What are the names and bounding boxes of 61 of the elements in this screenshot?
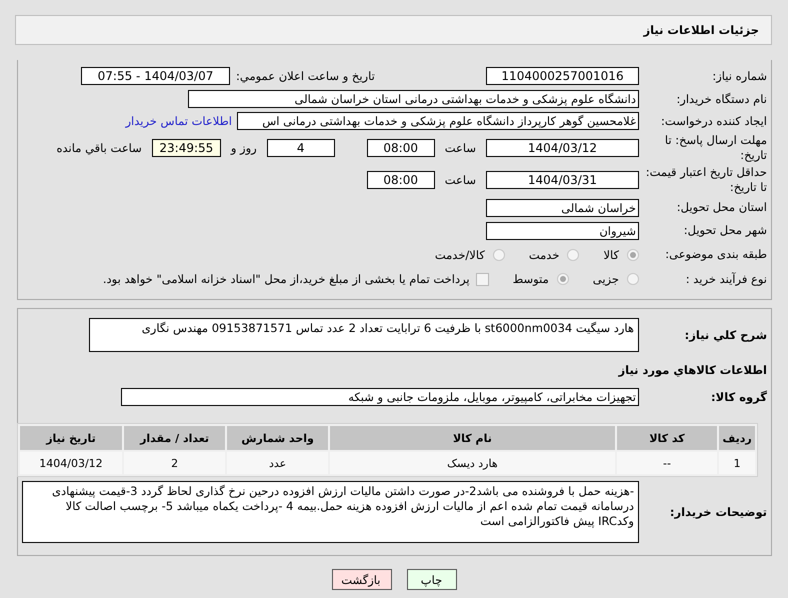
announce-date-field: 1404/03/07 - 07:55 [81,67,230,85]
date-field: 1404/03/12 [486,139,639,157]
field-label: ساعت [444,141,476,155]
days-field: 4 [266,139,335,157]
description-textarea[interactable]: هارد سیگیت st6000nm0034 با ظرفیت 6 ترابایت تعداد 2 عدد تماس 09153871571 مهندس نگاری [89,318,639,352]
time-field: 08:00 [366,139,435,157]
field-label: گروه کالا: [710,390,768,404]
column-header: تاریخ نیاز [20,426,122,450]
field-label: شماره نیاز: [711,68,768,84]
remaining-time-field: 23:49:55 [152,139,221,157]
table-cell: عدد [227,452,328,474]
column-header: ردیف [719,426,755,450]
date-field: 1404/03/31 [486,171,639,189]
radio-button[interactable] [627,273,639,285]
field-label: استان محل تحویل: [676,200,768,215]
buyer-org-field: دانشگاه علوم پزشکی و خدمات بهداشتی درمانی استان خراسان شمالی [188,90,639,108]
option-label: جزیی [592,272,619,286]
goods-group-field: تجهیزات مخابراتی، کامپیوتر، موبایل، ملزومات جانبی و شبکه [121,388,639,406]
option-label: خدمت [528,248,560,262]
table-cell: 2 [124,452,226,474]
checkbox[interactable] [476,272,489,286]
action-button[interactable]: چاپ [406,569,456,590]
time-field: 08:00 [366,171,435,189]
field-label: ایجاد کننده درخواست: [660,114,768,128]
table-cell: 1404/03/12 [20,452,122,474]
field-label: تاريخ و ساعت اعلان عمومي: [236,69,375,83]
field-label: نوع فرآیند خرید : [684,272,768,286]
field-label: حداقل تاریخ اعتبار قیمت: تا تاریخ: [644,165,768,195]
option-label: کالا [603,248,619,262]
province-field: خراسان شمالی [486,198,639,216]
section-heading: اطلاعات کالاهاي مورد نياز [617,362,768,379]
column-header: کد کالا [616,426,718,450]
radio-button[interactable] [627,248,639,260]
field-label: مهلت ارسال پاسخ: تا تاریخ: [664,133,768,163]
field-label: ساعت [444,173,476,187]
radio-button[interactable] [567,248,580,260]
radio-button[interactable] [492,248,505,260]
field-label: طبقه بندی موضوعی: [664,247,768,262]
city-field: شیروان [486,222,639,240]
option-label: متوسط [512,272,549,286]
option-label: کالا/خدمت [434,248,485,262]
radio-button[interactable] [556,273,569,285]
field-label: روز و [230,141,257,155]
column-header: نام کالا [330,426,615,450]
table-cell: 1 [719,452,755,474]
column-header: واحد شمارش [227,426,328,450]
checkbox-label: پرداخت تمام یا بخشی از مبلغ خرید،از محل "اسناد خزانه اسلامی" خواهد بود. [102,272,470,286]
table-cell: هارد دیسک [330,452,615,474]
column-header: تعداد / مقدار [124,426,226,450]
field-label: توضیحات خریدار: [668,504,768,520]
buyer-notes-textarea[interactable]: -هزینه حمل با فروشنده می باشد2-در صورت داشتن مالیات ارزش افزوده درحین نرخ گذاری لحاظ گردد 3-قیمت پیشنهادی درسامانه قیمت تمام شده اعم از مالیات ارزش افزوده هزینه حمل.بیمه 4 -پرداخت یکماه میباشد 5- برچسب اصالت کالا وکدIRC پیش فاکتورالزامی است [22,481,639,543]
field-label: شرح کلي نياز: [684,328,768,342]
buyer-contact-link[interactable]: اطلاعات تماس خریدار [125,114,232,128]
field-label: نام دستگاه خریدار: [675,92,768,106]
action-button[interactable]: بازگشت [332,569,392,590]
page-title: جزئیات اطلاعات نیاز [643,23,759,37]
table-cell: -- [616,452,718,474]
field-label: شهر محل تحویل: [682,223,768,238]
need-number-field: 1104000257001016 [486,67,639,85]
field-label: ساعت باقي مانده [56,141,142,155]
requester-field: غلامحسین گوهر کارپرداز دانشگاه علوم پزشکی و خدمات بهداشتی درمانی اس [237,112,639,130]
